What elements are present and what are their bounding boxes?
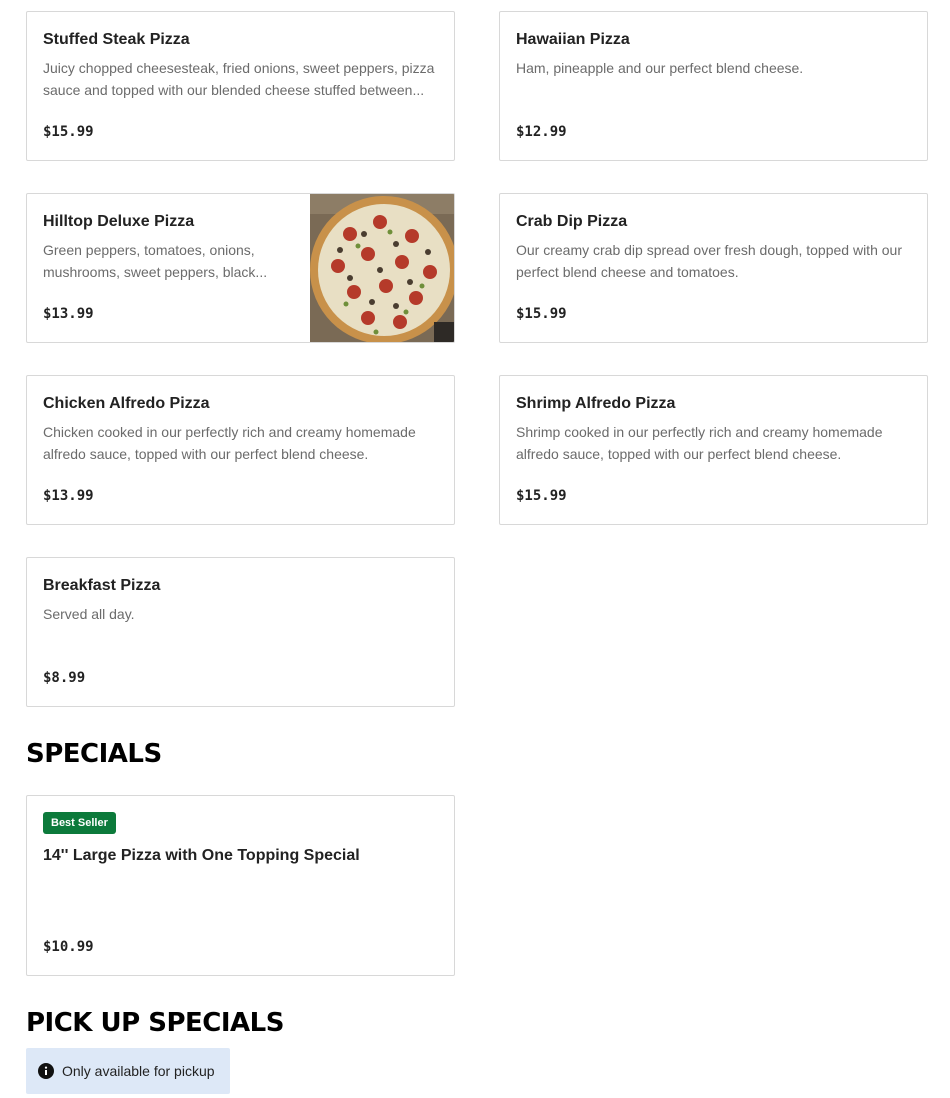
item-title: Crab Dip Pizza — [516, 213, 628, 230]
best-seller-badge: Best Seller — [43, 812, 116, 834]
item-price: $15.99 — [43, 124, 94, 140]
info-icon — [38, 1063, 54, 1079]
item-price: $15.99 — [516, 488, 567, 504]
pickup-only-notice: Only available for pickup — [26, 1048, 230, 1094]
menu-item-card[interactable]: Hilltop Deluxe Pizza Green peppers, toma… — [26, 193, 455, 343]
menu-item-card[interactable]: Breakfast Pizza Served all day. $8.99 — [26, 557, 455, 707]
item-description: Ham, pineapple and our perfect blend che… — [516, 60, 804, 76]
item-description: Juicy chopped cheesesteak, fried onions,… — [43, 60, 435, 98]
item-price: $10.99 — [43, 939, 94, 955]
menu-item-card[interactable]: Hawaiian Pizza Ham, pineapple and our pe… — [499, 11, 928, 161]
pizza-photo — [310, 194, 454, 342]
item-description: Green peppers, tomatoes, onions, mushroo… — [43, 242, 268, 280]
menu-item-card[interactable]: Stuffed Steak Pizza Juicy chopped cheese… — [26, 11, 455, 161]
section-heading-specials: SPECIALS — [26, 739, 162, 769]
item-price: $13.99 — [43, 488, 94, 504]
item-description: Our creamy crab dip spread over fresh do… — [516, 242, 902, 280]
item-title: 14'' Large Pizza with One Topping Specia… — [43, 847, 360, 864]
item-title: Hilltop Deluxe Pizza — [43, 213, 195, 230]
item-title: Stuffed Steak Pizza — [43, 31, 190, 48]
item-price: $15.99 — [516, 306, 567, 322]
menu-item-card[interactable]: Chicken Alfredo Pizza Chicken cooked in … — [26, 375, 455, 525]
section-heading-pickup-specials: PICK UP SPECIALS — [26, 1008, 284, 1038]
item-price: $8.99 — [43, 670, 86, 686]
item-price: $13.99 — [43, 306, 94, 322]
item-title: Shrimp Alfredo Pizza — [516, 395, 676, 412]
menu-item-card[interactable]: Shrimp Alfredo Pizza Shrimp cooked in ou… — [499, 375, 928, 525]
item-description: Chicken cooked in our perfectly rich and… — [43, 424, 416, 462]
menu-item-card[interactable]: Crab Dip Pizza Our creamy crab dip sprea… — [499, 193, 928, 343]
item-description: Served all day. — [43, 606, 135, 622]
item-title: Chicken Alfredo Pizza — [43, 395, 210, 412]
item-title: Breakfast Pizza — [43, 577, 161, 594]
item-price: $12.99 — [516, 124, 567, 140]
item-description: Shrimp cooked in our perfectly rich and … — [516, 424, 883, 462]
special-item-card[interactable]: Best Seller 14'' Large Pizza with One To… — [26, 795, 455, 976]
item-title: Hawaiian Pizza — [516, 31, 630, 48]
notice-text: Only available for pickup — [62, 1063, 215, 1079]
